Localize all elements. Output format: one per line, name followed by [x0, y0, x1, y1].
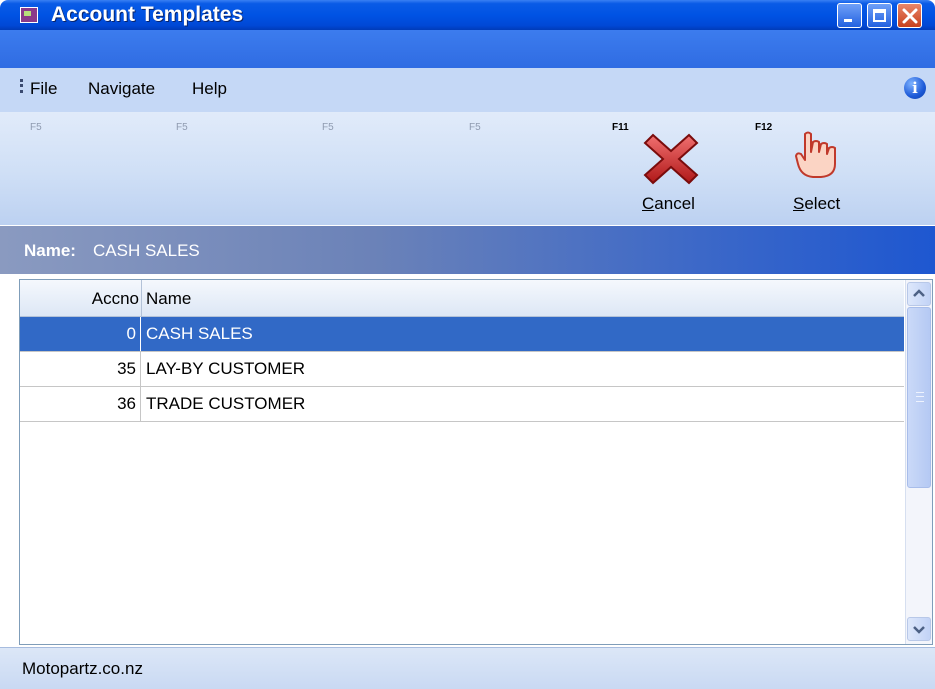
cancel-fkey: F11: [612, 122, 629, 133]
cell-text: TRADE CUSTOMER: [146, 394, 306, 413]
menu-navigate[interactable]: Navigate: [88, 79, 155, 99]
name-label: Name:: [24, 241, 76, 260]
window-frame-top: [0, 30, 935, 70]
fkey-label: F5: [469, 122, 481, 133]
table-row[interactable]: 36 TRADE CUSTOMER: [20, 387, 904, 422]
scroll-down-button[interactable]: [907, 617, 931, 641]
info-icon[interactable]: i: [904, 77, 926, 99]
cell-text: LAY-BY CUSTOMER: [146, 359, 306, 378]
close-icon: [902, 8, 918, 24]
minimize-icon: [844, 19, 852, 22]
table-header: Accno Name: [20, 280, 904, 317]
menu-help[interactable]: Help: [192, 79, 227, 99]
select-fkey: F12: [755, 122, 773, 133]
maximize-button[interactable]: [867, 3, 892, 28]
vertical-scrollbar[interactable]: [905, 280, 932, 644]
cancel-x-icon: [643, 133, 699, 185]
cell-accno: 35: [20, 352, 141, 386]
accounts-table[interactable]: Accno Name 0 CASH SALES 35 LAY-BY CUSTOM…: [19, 279, 933, 645]
app-icon[interactable]: [20, 7, 38, 23]
window-title: Account Templates: [51, 3, 244, 26]
scroll-grip-icon: [916, 392, 924, 402]
table-row[interactable]: 35 LAY-BY CUSTOMER: [20, 352, 904, 387]
table-row[interactable]: 0 CASH SALES: [20, 317, 904, 352]
scroll-up-button[interactable]: [907, 282, 931, 306]
select-label: Select: [793, 194, 841, 213]
minimize-button[interactable]: [837, 3, 862, 28]
cell-accno: 0: [20, 317, 141, 351]
fkey-label: F5: [322, 122, 334, 133]
status-bar: Motopartz.co.nz: [0, 647, 935, 689]
chevron-up-icon: [913, 289, 925, 297]
maximize-icon: [873, 9, 886, 22]
cancel-button[interactable]: F11 Cancel: [600, 112, 740, 225]
pointing-hand-icon: [795, 131, 836, 178]
cell-text: 0: [126, 324, 136, 343]
menu-grip-icon: [20, 79, 23, 93]
select-button[interactable]: F12 Select: [745, 112, 865, 225]
fkey-label: F5: [30, 122, 42, 133]
name-filter-bar: Name: CASH SALES: [0, 226, 935, 274]
name-value[interactable]: CASH SALES: [93, 241, 200, 261]
cell-text: 36: [117, 394, 136, 413]
menu-file[interactable]: File: [30, 79, 57, 99]
scroll-thumb[interactable]: [907, 307, 931, 488]
column-header-label: Name: [146, 289, 192, 308]
column-header-accno[interactable]: Accno: [20, 280, 142, 316]
cell-text: CASH SALES: [146, 324, 253, 343]
title-bar[interactable]: Account Templates: [0, 0, 935, 30]
status-text: Motopartz.co.nz: [22, 659, 143, 678]
close-button[interactable]: [897, 3, 922, 28]
fkey-label: F5: [176, 122, 188, 133]
menu-bar: File Navigate Help i: [0, 68, 935, 112]
column-header-label: Accno: [91, 289, 139, 308]
cell-accno: 36: [20, 387, 141, 421]
cancel-label: Cancel: [642, 194, 695, 213]
column-header-name[interactable]: Name: [142, 280, 904, 316]
cell-text: 35: [117, 359, 136, 378]
toolbar: F5 F5 F5 F5 F11 Cancel F12 Select: [0, 112, 935, 225]
chevron-down-icon: [913, 626, 925, 634]
